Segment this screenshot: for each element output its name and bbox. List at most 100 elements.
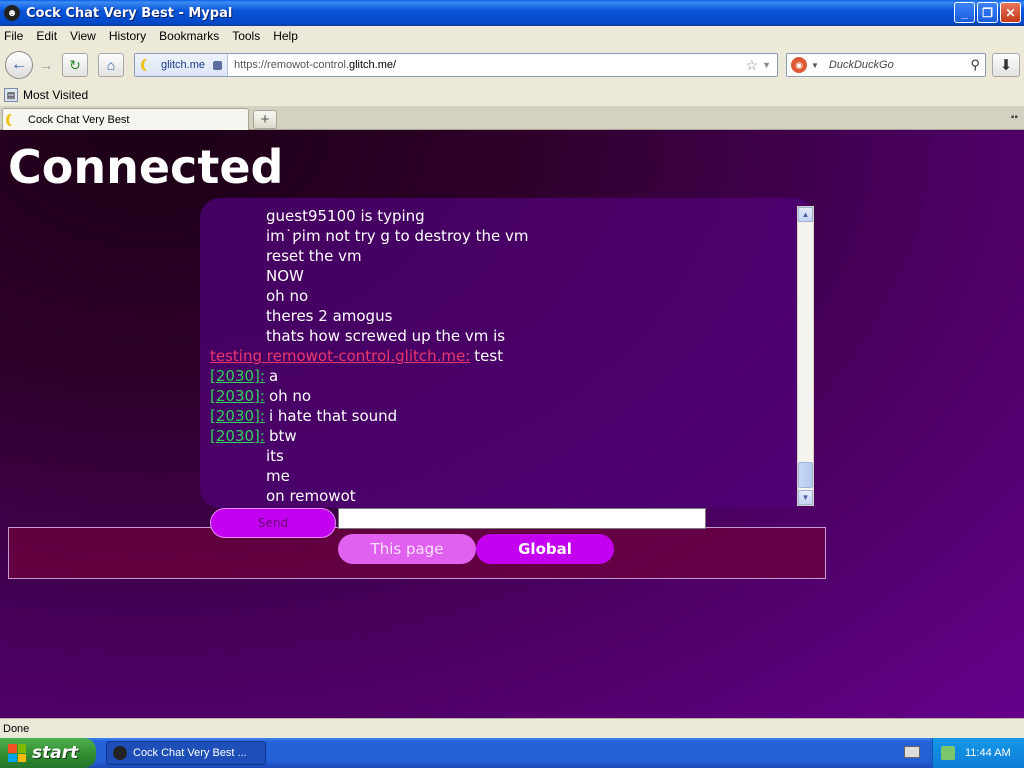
clock[interactable]: 11:44 AM xyxy=(965,747,1011,759)
url-prefix: https://remowot-control. xyxy=(234,59,349,71)
windows-taskbar: start Cock Chat Very Best ... 11:44 AM xyxy=(0,738,1024,768)
search-engine-dropdown-icon[interactable]: ▼ xyxy=(811,61,819,70)
lock-icon xyxy=(213,60,223,70)
chat-message: on remowot xyxy=(210,486,796,506)
scrollbar-thumb[interactable] xyxy=(798,462,813,488)
bookmark-star-icon[interactable]: ☆ xyxy=(746,57,759,74)
window-controls: _ ❐ ✕ xyxy=(954,2,1021,23)
url-host: glitch.me/ xyxy=(348,59,397,71)
chat-message: [2030]: oh no xyxy=(210,386,796,406)
chat-message-username[interactable]: [2030]: xyxy=(210,366,265,386)
chat-message-username[interactable]: [2030]: xyxy=(210,386,265,406)
chat-message: NOW xyxy=(210,266,796,286)
chat-message: reset the vm xyxy=(210,246,796,266)
chat-message: im˙ƿim not try g to destroy the vm xyxy=(210,226,796,246)
back-arrow-icon: ← xyxy=(11,56,27,73)
title-bar[interactable]: ☻ Cock Chat Very Best - Mypal _ ❐ ✕ xyxy=(0,0,1024,26)
menu-help[interactable]: Help xyxy=(273,29,298,43)
tab-strip: Cock Chat Very Best + ▪▪ xyxy=(0,106,1024,130)
tab-list-icon[interactable]: ▪▪ xyxy=(1011,112,1018,123)
chat-message-text: thats how screwed up the vm is xyxy=(266,327,506,345)
chat-message-username[interactable]: [2030]: xyxy=(210,426,265,446)
taskbar-item-mypal[interactable]: Cock Chat Very Best ... xyxy=(106,741,266,765)
chat-message-text: on remowot xyxy=(266,487,356,505)
chat-message: me xyxy=(210,466,796,486)
this-page-tab-button[interactable]: This page xyxy=(338,534,476,564)
chat-message-text: theres 2 amogus xyxy=(266,307,393,325)
chat-messages-box[interactable]: guest95100 is typing im˙ƿim not try g to … xyxy=(200,198,814,508)
url-input[interactable]: https://remowot-control.glitch.me/ xyxy=(228,59,745,71)
tab-cock-chat[interactable]: Cock Chat Very Best xyxy=(2,108,249,130)
chat-message: [2030]: btw xyxy=(210,426,796,446)
chat-message-username[interactable]: [2030]: xyxy=(210,406,265,426)
duckduckgo-icon[interactable]: ◉ xyxy=(791,57,807,73)
global-tab-button[interactable]: Global xyxy=(476,534,614,564)
menu-edit[interactable]: Edit xyxy=(36,29,57,43)
maximize-button[interactable]: ❐ xyxy=(977,2,998,23)
tab-favicon-icon xyxy=(9,114,18,126)
forward-button[interactable]: → xyxy=(35,55,57,75)
site-identity-domain: glitch.me xyxy=(161,59,206,71)
plus-icon: + xyxy=(260,111,270,128)
taskbar-item-label: Cock Chat Very Best ... xyxy=(133,747,247,759)
search-bar[interactable]: ◉ ▼ DuckDuckGo ⚲ xyxy=(786,53,986,77)
keyboard-layout-icon[interactable] xyxy=(904,746,920,758)
chat-message-text: me xyxy=(266,467,290,485)
chat-message-list: guest95100 is typing im˙ƿim not try g to … xyxy=(210,206,796,506)
bookmarks-toolbar: ▤ Most Visited xyxy=(0,84,1024,106)
chat-message: thats how screwed up the vm is xyxy=(210,326,796,346)
chat-message: oh no xyxy=(210,286,796,306)
chat-message-input[interactable] xyxy=(338,508,706,529)
scroll-down-icon[interactable]: ▼ xyxy=(798,490,813,505)
page-content: Connected guest95100 is typing im˙ƿim not… xyxy=(0,130,1024,718)
navigation-toolbar: ← → ↻ ⌂ glitch.me https://remowot-contro… xyxy=(0,46,1024,84)
windows-logo-icon xyxy=(8,744,26,762)
menu-history[interactable]: History xyxy=(109,29,146,43)
chat-message-text: its xyxy=(266,447,284,465)
start-label: start xyxy=(32,743,79,763)
chat-message-text: oh no xyxy=(268,387,312,405)
back-button[interactable]: ← xyxy=(5,51,33,79)
menu-tools[interactable]: Tools xyxy=(232,29,260,43)
connection-status-heading: Connected xyxy=(8,140,284,194)
menu-bookmarks[interactable]: Bookmarks xyxy=(159,29,219,43)
close-button[interactable]: ✕ xyxy=(1000,2,1021,23)
start-button[interactable]: start xyxy=(0,738,96,768)
chat-message-username[interactable]: testing remowot-control.glitch.me: xyxy=(210,346,470,366)
network-tray-icon[interactable] xyxy=(941,746,955,760)
chat-message-text: im˙ƿim not try g to destroy the vm xyxy=(266,227,529,245)
search-input[interactable]: DuckDuckGo xyxy=(823,59,971,71)
chat-scrollbar[interactable]: ▲ ▼ xyxy=(797,206,814,506)
downloads-button[interactable]: ⬇ xyxy=(992,53,1020,77)
scroll-up-icon[interactable]: ▲ xyxy=(798,207,813,222)
chat-message-text: btw xyxy=(268,427,297,445)
new-tab-button[interactable]: + xyxy=(253,110,277,129)
url-dropdown-icon[interactable]: ▼ xyxy=(762,60,771,70)
reload-button[interactable]: ↻ xyxy=(62,53,88,77)
chat-message: [2030]: a xyxy=(210,366,796,386)
send-button[interactable]: Send xyxy=(210,508,336,538)
forward-arrow-icon: → xyxy=(39,57,53,73)
site-identity-button[interactable]: glitch.me xyxy=(135,54,229,76)
chat-message-text: test xyxy=(474,347,504,365)
bookmark-most-visited[interactable]: Most Visited xyxy=(23,88,88,102)
status-text: Done xyxy=(3,723,30,735)
minimize-button[interactable]: _ xyxy=(954,2,975,23)
chat-message: [2030]: i hate that sound xyxy=(210,406,796,426)
site-favicon-icon xyxy=(144,59,153,71)
mypal-app-icon[interactable]: ☻ xyxy=(4,5,20,21)
chat-message-text: reset the vm xyxy=(266,247,362,265)
tab-label: Cock Chat Very Best xyxy=(28,113,130,126)
url-bar[interactable]: glitch.me https://remowot-control.glitch… xyxy=(134,53,778,77)
download-arrow-icon: ⬇ xyxy=(999,57,1013,74)
chat-message: theres 2 amogus xyxy=(210,306,796,326)
status-bar: Done xyxy=(0,718,1024,738)
system-tray: 11:44 AM xyxy=(932,738,1024,768)
home-button[interactable]: ⌂ xyxy=(98,53,124,77)
menu-file[interactable]: File xyxy=(4,29,23,43)
menu-view[interactable]: View xyxy=(70,29,96,43)
chat-message-text: oh no xyxy=(266,287,309,305)
search-icon[interactable]: ⚲ xyxy=(970,57,980,73)
mypal-taskbar-icon xyxy=(113,746,127,760)
most-visited-icon: ▤ xyxy=(4,88,18,102)
